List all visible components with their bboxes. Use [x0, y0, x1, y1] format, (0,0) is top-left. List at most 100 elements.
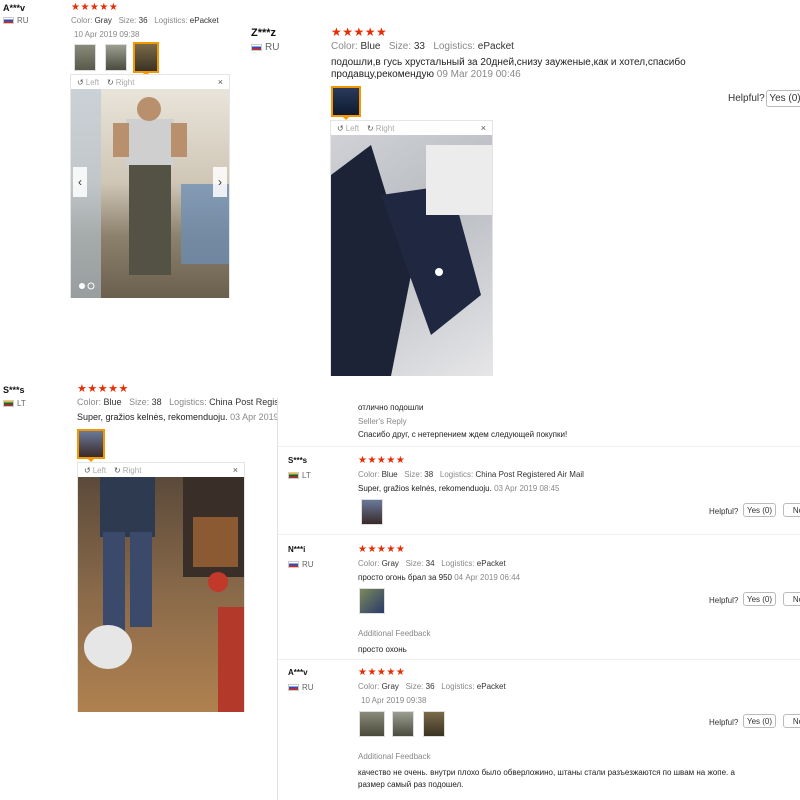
rotate-right-label[interactable]: Right: [116, 78, 135, 87]
review-date: 04 Apr 2019 06:44: [454, 573, 521, 582]
order-meta: Color: Gray Size: 36 Logistics: ePacket: [358, 682, 506, 691]
helpful-yes-button[interactable]: Yes (0): [766, 90, 800, 107]
photo-viewer: ↺ Left ↻ Right ×: [77, 462, 245, 712]
additional-feedback-label: Additional Feedback: [358, 752, 431, 761]
additional-feedback-label: Additional Feedback: [358, 629, 431, 638]
close-icon[interactable]: ×: [481, 123, 486, 133]
reviewer-country: LT: [288, 471, 311, 480]
reviewer-name: S***s: [288, 456, 308, 465]
reviewer-name: S***s: [3, 385, 25, 395]
next-photo-button[interactable]: ›: [213, 167, 227, 197]
photo-thumbnail[interactable]: [361, 499, 383, 525]
review-text: Super, gražios kelnės, rekomenduoju. 03 …: [77, 412, 304, 422]
rotate-left-label[interactable]: Left: [346, 124, 359, 133]
photo-thumbnail[interactable]: [359, 711, 385, 737]
helpful-label: Helpful?: [709, 718, 739, 727]
flag-ru-icon: [251, 44, 262, 51]
prev-photo-button[interactable]: ‹: [73, 167, 87, 197]
rotate-left-icon[interactable]: ↺: [77, 78, 84, 87]
helpful-label: Helpful?: [709, 507, 739, 516]
review-date: 10 Apr 2019 09:38: [74, 30, 140, 39]
order-meta: Color: Blue Size: 38 Logistics: China Po…: [358, 470, 584, 479]
review-text: отлично подошли: [358, 403, 424, 412]
photo-thumbnail[interactable]: [392, 711, 414, 737]
viewer-toolbar: ↺ Left ↻ Right ×: [78, 463, 244, 477]
flag-ru-icon: [288, 684, 299, 691]
seller-reply-label: Seller's Reply: [358, 417, 407, 426]
divider: [278, 446, 800, 447]
country-code: RU: [302, 560, 314, 569]
photo-thumbnail[interactable]: [423, 711, 445, 737]
review-photo: [331, 135, 492, 376]
photo-person-graphic: [84, 477, 244, 712]
photo-person-graphic: [71, 89, 229, 298]
divider: [278, 659, 800, 660]
flag-ru-icon: [288, 561, 299, 568]
review-date: 10 Apr 2019 09:38: [361, 696, 427, 705]
rating-stars: ★★★★★: [71, 2, 119, 13]
rating-stars: ★★★★★: [358, 667, 406, 678]
additional-feedback-text: просто охонь: [358, 645, 407, 654]
reviewer-name: Z***z: [251, 27, 277, 39]
helpful-yes-button[interactable]: Yes (0): [743, 592, 776, 606]
reviewer-name: A***v: [288, 668, 308, 677]
review-text: Super, gražios kelnės, rekomenduoju. 03 …: [358, 484, 560, 493]
country-code: RU: [17, 16, 29, 25]
helpful-no-button[interactable]: No: [783, 503, 800, 517]
reviewer-country: RU: [251, 42, 279, 53]
country-code: RU: [265, 42, 280, 53]
review-text: просто огонь брал за 950 04 Apr 2019 06:…: [358, 573, 521, 582]
helpful-no-button[interactable]: No: [783, 592, 800, 606]
review-date: 09 Mar 2019 00:46: [436, 69, 521, 80]
rotate-right-label[interactable]: Right: [123, 466, 142, 475]
flag-ru-icon: [3, 17, 14, 24]
reviewer-country: RU: [288, 683, 314, 692]
photo-thumbnail-selected[interactable]: [77, 429, 105, 459]
rating-stars: ★★★★★: [331, 25, 388, 39]
viewer-toolbar: ↺ Left ↻ Right ×: [71, 75, 229, 89]
additional-feedback-text: размер самый раз подошел.: [358, 780, 464, 789]
helpful-label: Helpful?: [728, 93, 765, 104]
rating-stars: ★★★★★: [358, 544, 406, 555]
reviews-list-panel: отлично подошли Seller's Reply Спасибо д…: [277, 398, 800, 800]
country-code: RU: [302, 683, 314, 692]
close-icon[interactable]: ×: [233, 465, 238, 475]
photo-thumbnail[interactable]: [74, 44, 96, 71]
rotate-right-label[interactable]: Right: [376, 124, 395, 133]
photo-thumbnail[interactable]: [105, 44, 127, 71]
additional-feedback-text: качество не очень. внутри плохо было обв…: [358, 768, 735, 777]
flag-lt-icon: [288, 472, 299, 479]
rating-stars: ★★★★★: [358, 455, 406, 466]
review-photo: [71, 89, 229, 298]
photo-viewer: ↺ Left ↻ Right ×: [330, 120, 493, 376]
review-date: 03 Apr 2019 08:45: [494, 484, 560, 493]
order-meta: Color: Blue Size: 33 Logistics: ePacket: [331, 41, 514, 52]
photo-thumbnail[interactable]: [359, 588, 385, 614]
reviewer-name: A***v: [3, 3, 26, 13]
rotate-left-label[interactable]: Left: [93, 466, 106, 475]
rotate-left-icon[interactable]: ↺: [337, 124, 344, 133]
photo-thumbnail-selected[interactable]: [331, 86, 361, 117]
close-icon[interactable]: ×: [218, 77, 223, 87]
reviewer-country: RU: [288, 560, 314, 569]
photo-thumbnail-selected[interactable]: [133, 42, 159, 73]
country-code: LT: [302, 471, 311, 480]
reviewer-country: RU: [3, 16, 29, 25]
rotate-right-icon[interactable]: ↻: [107, 78, 114, 87]
helpful-yes-button[interactable]: Yes (0): [743, 503, 776, 517]
order-meta: Color: Gray Size: 36 Logistics: ePacket: [71, 16, 219, 25]
photo-viewer: ↺ Left ↻ Right × ‹ ›: [70, 74, 230, 298]
rotate-left-label[interactable]: Left: [86, 78, 99, 87]
rotate-right-icon[interactable]: ↻: [367, 124, 374, 133]
divider: [278, 534, 800, 535]
rotate-right-icon[interactable]: ↻: [114, 466, 121, 475]
reviewer-country: LT: [3, 399, 26, 408]
reviewer-name: N***i: [288, 545, 306, 554]
photo-pants-graphic: [331, 145, 492, 376]
review-photo: [78, 477, 244, 712]
flag-lt-icon: [3, 400, 14, 407]
rotate-left-icon[interactable]: ↺: [84, 466, 91, 475]
helpful-no-button[interactable]: No: [783, 714, 800, 728]
helpful-yes-button[interactable]: Yes (0): [743, 714, 776, 728]
seller-reply-text: Спасибо друг, с нетерпением ждем следующ…: [358, 430, 568, 439]
